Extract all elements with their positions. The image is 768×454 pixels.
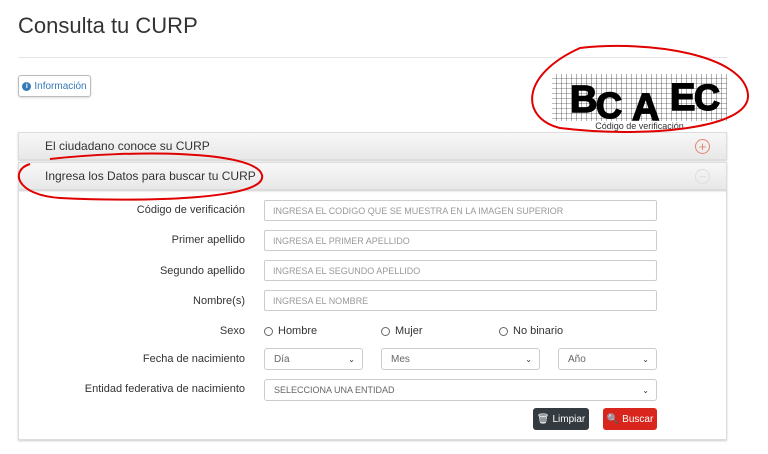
buscar-button[interactable]: 🔍 Buscar (603, 408, 657, 430)
chevron-down-icon: ⌄ (642, 354, 649, 364)
select-value: Año (568, 353, 586, 365)
info-button[interactable]: i Información (18, 75, 91, 97)
codigo-label: Código de verificación (136, 204, 245, 216)
captcha-caption: Código de verificación (595, 121, 684, 131)
limpiar-button[interactable]: 🗑 Limpiar (533, 408, 589, 430)
entidad-label: Entidad federativa de nacimiento (84, 383, 245, 395)
primer-apellido-input[interactable]: INGRESA EL PRIMER APELLIDO (264, 230, 657, 251)
trash-icon: 🗑 (536, 413, 550, 425)
captcha-letter: E (670, 77, 695, 119)
placeholder: INGRESA EL NOMBRE (273, 295, 369, 306)
dia-select[interactable]: Día ⌄ (264, 348, 363, 370)
radio-no-binario[interactable]: No binario (499, 325, 563, 337)
radio-label: Hombre (278, 325, 318, 337)
radio-hombre[interactable]: Hombre (264, 325, 317, 337)
chevron-down-icon: ⌄ (348, 354, 355, 364)
captcha-image: B C A E C (552, 74, 727, 121)
primer-apellido-label: Primer apellido (171, 234, 245, 246)
captcha-letter: C (694, 77, 720, 118)
info-label: Información (34, 80, 87, 92)
mes-select[interactable]: Mes ⌄ (381, 348, 540, 370)
captcha-letter: A (632, 87, 659, 121)
search-icon: 🔍 (606, 413, 620, 425)
radio-label: Mujer (395, 325, 423, 337)
page-title: Consulta tu CURP (18, 13, 198, 38)
placeholder: INGRESA EL CODIGO QUE SE MUESTRA EN LA I… (273, 205, 564, 216)
button-label: Limpiar (552, 413, 586, 425)
fecha-label: Fecha de nacimiento (142, 353, 245, 365)
placeholder: INGRESA EL SEGUNDO APELLIDO (273, 265, 421, 276)
select-value: Día (274, 353, 290, 365)
divider (18, 57, 727, 58)
button-label: Buscar (622, 413, 654, 425)
panel-title: Ingresa los Datos para buscar tu CURP (45, 169, 256, 183)
segundo-apellido-label: Segundo apellido (159, 265, 245, 277)
radio-label: No binario (513, 325, 564, 337)
info-icon: i (22, 81, 32, 91)
entidad-select[interactable]: SELECCIONA UNA ENTIDAD ⌄ (264, 379, 657, 401)
captcha-letter: C (596, 85, 622, 121)
chevron-down-icon: ⌄ (525, 354, 532, 364)
captcha-letter: B (570, 79, 597, 121)
select-value: Mes (391, 353, 410, 365)
radio-mujer[interactable]: Mujer (381, 325, 423, 337)
panel-header-conoce-curp[interactable]: El ciudadano conoce su CURP + (18, 132, 727, 160)
panel-title: El ciudadano conoce su CURP (45, 139, 210, 153)
panel-body (18, 190, 727, 440)
panel-header-buscar-curp[interactable]: Ingresa los Datos para buscar tu CURP − (18, 162, 727, 190)
placeholder: INGRESA EL PRIMER APELLIDO (273, 235, 410, 246)
nombre-label: Nombre(s) (193, 295, 245, 307)
nombre-input[interactable]: INGRESA EL NOMBRE (264, 290, 657, 311)
chevron-down-icon: ⌄ (642, 385, 649, 395)
sexo-label: Sexo (219, 325, 245, 337)
minus-circle-icon[interactable]: − (695, 168, 710, 184)
segundo-apellido-input[interactable]: INGRESA EL SEGUNDO APELLIDO (264, 260, 657, 281)
anio-select[interactable]: Año ⌄ (558, 348, 657, 370)
codigo-input[interactable]: INGRESA EL CODIGO QUE SE MUESTRA EN LA I… (264, 200, 657, 221)
plus-circle-icon[interactable]: + (695, 138, 710, 154)
select-value: SELECCIONA UNA ENTIDAD (274, 385, 395, 395)
